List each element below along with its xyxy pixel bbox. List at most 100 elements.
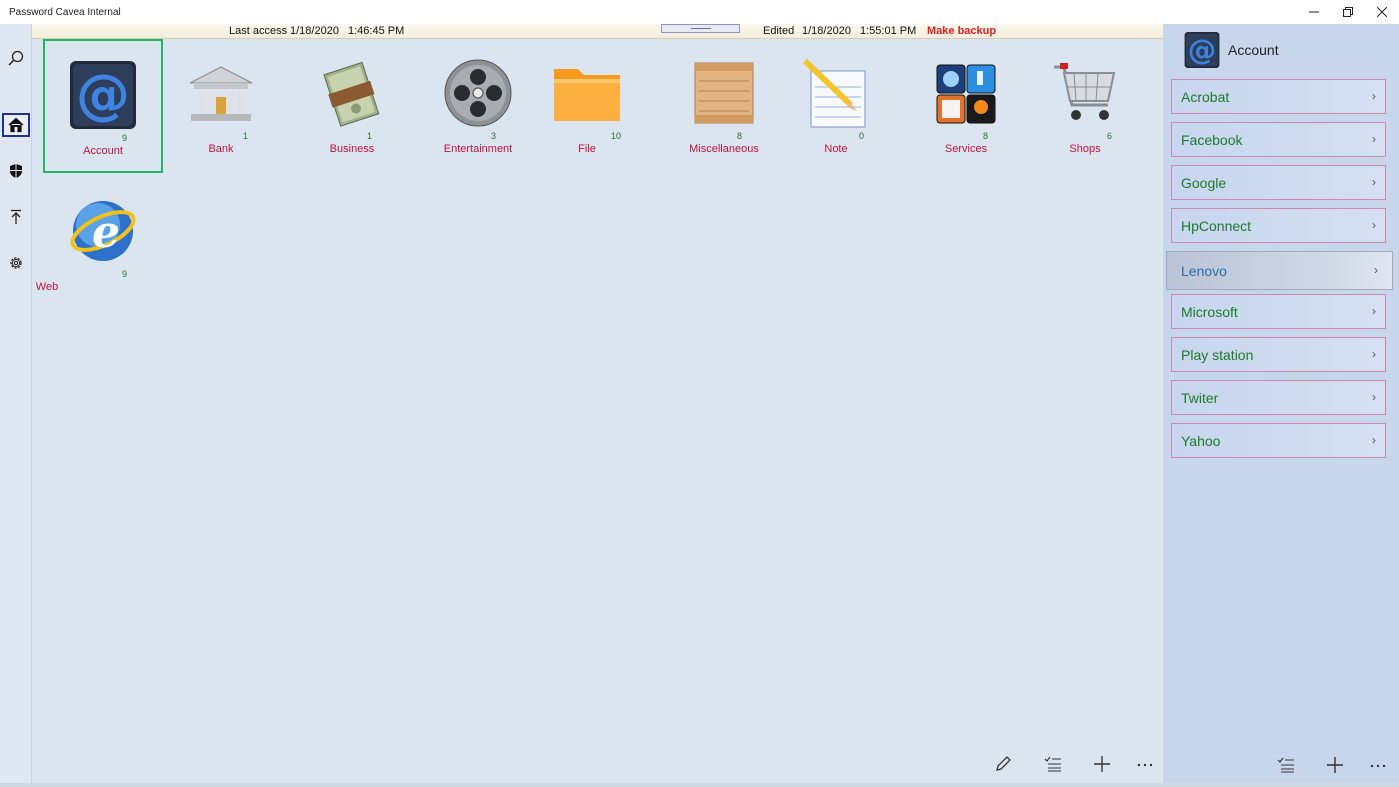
services-icon	[936, 64, 996, 124]
account-item-facebook[interactable]: Facebook ›	[1171, 122, 1386, 157]
category-count: 9	[122, 269, 128, 279]
edited-label: Edited	[763, 25, 795, 37]
account-item-google[interactable]: Google ›	[1171, 165, 1386, 200]
edit-icon[interactable]	[991, 752, 1015, 776]
gear-icon[interactable]	[2, 251, 30, 275]
chevron-right-icon: ›	[1374, 263, 1378, 277]
account-item-lenovo[interactable]: Lenovo ›	[1166, 251, 1393, 290]
edited-date: 1/18/2020	[802, 25, 851, 37]
minimize-icon[interactable]	[1297, 0, 1331, 24]
category-tile-web[interactable]: e 9 Web	[36, 177, 163, 311]
shield-icon[interactable]	[2, 159, 30, 183]
category-tile-entertainment[interactable]: 3 Entertainment	[418, 39, 538, 173]
info-strip: Last access 1/18/2020 1:46:45 PM Edited …	[32, 24, 1163, 39]
close-icon[interactable]	[1365, 0, 1399, 24]
category-tile-file[interactable]: 10 File	[527, 39, 647, 173]
category-label: Miscellaneous	[689, 143, 759, 155]
drag-handle[interactable]	[661, 24, 740, 33]
last-access-label: Last access	[229, 25, 288, 37]
money-stack-icon	[323, 61, 380, 127]
category-count: 8	[983, 131, 989, 141]
chevron-right-icon: ›	[1372, 175, 1376, 189]
notepad-icon	[802, 58, 866, 128]
item-label: Google	[1181, 175, 1227, 191]
svg-text:@: @	[1188, 34, 1217, 67]
restore-icon[interactable]	[1331, 0, 1365, 24]
category-count: 0	[859, 131, 865, 141]
category-tile-miscellaneous[interactable]: 8 Miscellaneous	[664, 39, 784, 173]
more-icon[interactable]	[1366, 753, 1390, 777]
category-count: 8	[737, 131, 743, 141]
item-label: Twiter	[1181, 390, 1219, 406]
account-item-microsoft[interactable]: Microsoft ›	[1171, 294, 1386, 329]
category-count: 10	[611, 131, 622, 141]
panel-header: @ Account	[1163, 24, 1399, 76]
svg-text:e: e	[92, 207, 120, 258]
item-label: Lenovo	[1181, 263, 1227, 279]
svg-text:@: @	[76, 63, 130, 126]
chevron-right-icon: ›	[1372, 218, 1376, 232]
upload-icon[interactable]	[2, 205, 30, 229]
category-tile-business[interactable]: 1 Business	[292, 39, 412, 173]
more-icon[interactable]	[1133, 752, 1157, 776]
account-item-play-station[interactable]: Play station ›	[1171, 337, 1386, 372]
make-backup-link[interactable]: Make backup	[927, 25, 996, 37]
window-controls	[1297, 0, 1399, 24]
checklist-icon[interactable]	[1041, 752, 1065, 776]
category-label: Bank	[208, 143, 234, 155]
category-tile-services[interactable]: 8 Services	[906, 39, 1026, 173]
item-label: Facebook	[1181, 132, 1243, 148]
edited-time: 1:55:01 PM	[860, 25, 917, 37]
account-panel: @ Account Acrobat › Facebook › Google › HpC…	[1163, 24, 1399, 783]
account-item-yahoo[interactable]: Yahoo ›	[1171, 423, 1386, 458]
home-icon[interactable]	[2, 113, 30, 137]
category-tile-note[interactable]: 0 Note	[776, 39, 896, 173]
account-item-hpconnect[interactable]: HpConnect ›	[1171, 208, 1386, 243]
item-label: Microsoft	[1181, 304, 1238, 320]
category-tile-shops[interactable]: 6 Shops	[1025, 39, 1145, 173]
category-count: 1	[243, 131, 249, 141]
chevron-right-icon: ›	[1372, 89, 1376, 103]
category-label: Entertainment	[443, 143, 513, 155]
chevron-right-icon: ›	[1372, 433, 1376, 447]
last-access-date: 1/18/2020	[290, 25, 339, 37]
checklist-icon[interactable]	[1274, 753, 1298, 777]
last-access-time: 1:46:45 PM	[348, 25, 405, 37]
category-label: Account	[83, 145, 123, 157]
category-count: 1	[367, 131, 373, 141]
item-label: HpConnect	[1181, 218, 1252, 234]
item-label: Play station	[1181, 347, 1254, 363]
chevron-right-icon: ›	[1372, 347, 1376, 361]
at-sign-icon: @	[1184, 32, 1220, 68]
category-label: Note	[824, 143, 848, 155]
item-label: Yahoo	[1181, 433, 1221, 449]
window-bottom-edge	[0, 783, 1399, 787]
category-tile-bank[interactable]: 1 Bank	[161, 39, 281, 173]
category-tile-account[interactable]: @ 9 Account	[43, 39, 163, 173]
nav-rail	[0, 24, 31, 787]
category-count: 9	[122, 133, 128, 143]
add-icon[interactable]	[1323, 753, 1347, 777]
category-label: Shops	[1069, 143, 1101, 155]
category-label: Business	[329, 143, 375, 155]
search-icon[interactable]	[2, 46, 30, 70]
bank-icon	[189, 66, 253, 121]
folder-icon	[554, 69, 620, 121]
category-count: 3	[491, 131, 497, 141]
account-item-acrobat[interactable]: Acrobat ›	[1171, 79, 1386, 114]
add-icon[interactable]	[1090, 752, 1114, 776]
category-label: Services	[944, 143, 988, 155]
category-count: 6	[1107, 131, 1113, 141]
panel-title: Account	[1228, 42, 1279, 58]
app-title: Password Cavea Internal	[9, 6, 121, 18]
account-item-twiter[interactable]: Twiter ›	[1171, 380, 1386, 415]
title-bar: Password Cavea Internal	[0, 0, 1399, 24]
chevron-right-icon: ›	[1372, 132, 1376, 146]
chevron-right-icon: ›	[1372, 304, 1376, 318]
film-reel-icon	[444, 59, 512, 127]
shopping-cart-icon	[1054, 63, 1116, 120]
category-label: File	[578, 143, 596, 155]
category-label: Web	[35, 281, 59, 293]
crate-icon	[694, 62, 754, 124]
category-canvas: Last access 1/18/2020 1:46:45 PM Edited …	[31, 24, 1163, 783]
